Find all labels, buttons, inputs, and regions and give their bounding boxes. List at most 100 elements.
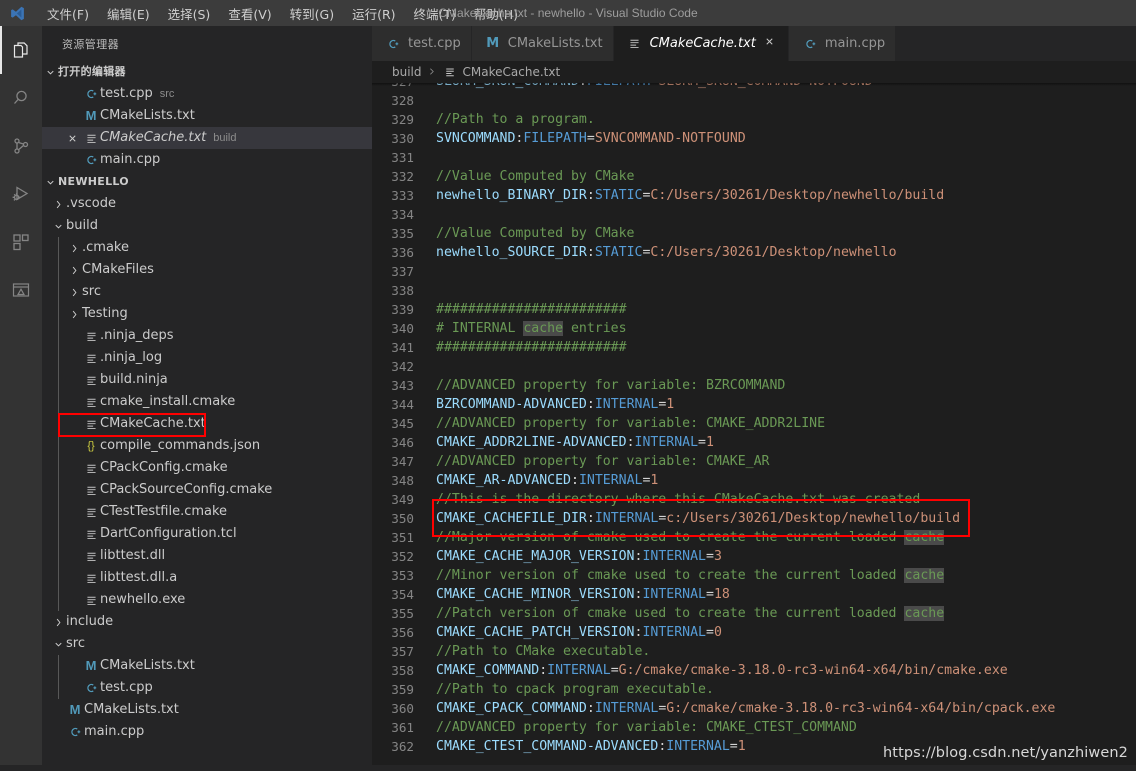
chevron-right-icon (66, 309, 82, 320)
code-token: CMAKE_ADDR2LINE-ADVANCED (436, 435, 627, 450)
menu-terminal[interactable]: 终端(T) (405, 1, 465, 26)
tree-item-label: libttest.dll.a (100, 570, 178, 585)
search-icon[interactable] (0, 74, 42, 122)
close-icon[interactable] (62, 133, 82, 144)
text-file-icon (82, 462, 100, 475)
line-number: 342 (391, 359, 414, 374)
tab-cmakecache-txt[interactable]: CMakeCache.txt (613, 26, 789, 61)
code-text: CMAKE_CPACK_COMMAND:INTERNAL=G:/cmake/cm… (436, 699, 1136, 718)
code-token: # INTERNAL (436, 321, 524, 336)
open-editor-cmakelists-txt[interactable]: M CMakeLists.txt (42, 105, 372, 127)
code-token: : (586, 245, 595, 260)
code-text: //Path to a program. (436, 110, 1136, 129)
tree-item-build-ninja[interactable]: build.ninja (42, 369, 372, 391)
menu-selection[interactable]: 选择(S) (159, 1, 220, 26)
indent-guide (58, 237, 59, 259)
code-token: INTERNAL (578, 473, 643, 488)
tree-item-main-cpp[interactable]: main.cpp (42, 721, 372, 743)
tree-item-label: CMakeLists.txt (84, 702, 179, 717)
tree-item-cpacksourceconfig-cmake[interactable]: CPackSourceConfig.cmake (42, 479, 372, 501)
code-token: //Path to cpack program executable. (436, 682, 714, 697)
tree-item-label: DartConfiguration.tcl (100, 526, 237, 541)
code-line: 356 CMAKE_CACHE_PATCH_VERSION:INTERNAL=0 (372, 623, 1136, 642)
code-line: 328 (372, 91, 1136, 110)
tree-item-cmakefiles[interactable]: CMakeFiles (42, 259, 372, 281)
menu-view[interactable]: 查看(V) (219, 1, 280, 26)
explorer-icon[interactable] (0, 26, 42, 74)
tree-item-src[interactable]: src (42, 281, 372, 303)
code-line: 359 //Path to cpack program executable. (372, 680, 1136, 699)
tree-item-label: compile_commands.json (100, 438, 261, 453)
tree-item-build[interactable]: build (42, 215, 372, 237)
tree-item-test-cpp[interactable]: test.cpp (42, 677, 372, 699)
run-and-debug-icon[interactable] (0, 170, 42, 218)
tree-item-cmakelists-txt[interactable]: M CMakeLists.txt (42, 699, 372, 721)
line-number: 334 (391, 207, 414, 222)
tree-item-ninja-log[interactable]: .ninja_log (42, 347, 372, 369)
text-file-icon (82, 396, 100, 409)
search-match: cache (904, 568, 945, 583)
tree-item-cmake-install-cmake[interactable]: cmake_install.cmake (42, 391, 372, 413)
source-control-icon[interactable] (0, 122, 42, 170)
tree-item-testing[interactable]: Testing (42, 303, 372, 325)
open-editor-test-cpp[interactable]: test.cpp src (42, 83, 372, 105)
line-number: 346 (391, 435, 414, 450)
text-file-icon (82, 330, 100, 343)
text-file-icon (82, 418, 100, 431)
code-line: 353 //Minor version of cmake used to crea… (372, 566, 1136, 585)
breadcrumb-item-build[interactable]: build (392, 65, 422, 79)
code-line: 333 newhello_BINARY_DIR:STATIC=C:/Users/3… (372, 186, 1136, 205)
open-editors-section[interactable]: 打开的编辑器 (42, 61, 372, 83)
tree-item-src[interactable]: src (42, 633, 372, 655)
breadcrumb-item-cmakecache[interactable]: CMakeCache.txt (441, 65, 560, 79)
tree-item-include[interactable]: include (42, 611, 372, 633)
tree-item-ninja-deps[interactable]: .ninja_deps (42, 325, 372, 347)
tree-item-newhello-exe[interactable]: newhello.exe (42, 589, 372, 611)
open-editor-cmakecache-txt[interactable]: CMakeCache.txt build (42, 127, 372, 149)
tree-item-compile-commands-json[interactable]: {} compile_commands.json (42, 435, 372, 457)
code-token: INTERNAL (666, 739, 730, 754)
code-token: = (610, 663, 619, 678)
indent-guide (58, 435, 59, 457)
tree-item-libttest-dll[interactable]: libttest.dll (42, 545, 372, 567)
menu-run[interactable]: 运行(R) (343, 1, 404, 26)
tree-item-cmakecache-txt[interactable]: CMakeCache.txt (42, 413, 372, 435)
text-file-icon (82, 594, 100, 607)
code-token: //Patch version of cmake used to create … (436, 606, 905, 621)
code-line: 343 //ADVANCED property for variable: BZR… (372, 376, 1136, 395)
chevron-down-icon (42, 177, 58, 188)
menu-file[interactable]: 文件(F) (38, 1, 98, 26)
cmake-tools-icon[interactable] (0, 266, 42, 314)
menu-go[interactable]: 转到(G) (281, 1, 343, 26)
tab-main-cpp[interactable]: main.cpp (788, 26, 897, 61)
tree-item-cpackconfig-cmake[interactable]: CPackConfig.cmake (42, 457, 372, 479)
menu-help[interactable]: 帮助(H) (465, 1, 527, 26)
code-token: INTERNAL (594, 397, 659, 412)
tree-item-cmakelists-txt[interactable]: M CMakeLists.txt (42, 655, 372, 677)
tab-cmakelists-txt[interactable]: M CMakeLists.txt (471, 26, 614, 61)
close-icon[interactable] (762, 36, 778, 51)
tree-item-vscode[interactable]: .vscode (42, 193, 372, 215)
indent-guide (58, 259, 59, 281)
code-token: //Major version of cmake used to create … (436, 530, 905, 545)
code-token: c:/Users/30261/Desktop/newhello/build (666, 511, 961, 526)
code-line: 354 CMAKE_CACHE_MINOR_VERSION:INTERNAL=18 (372, 585, 1136, 604)
editor-group: test.cpp M CMakeLists.txt CMakeCache.txt (372, 26, 1136, 771)
code-text: # INTERNAL cache entries (436, 319, 1136, 338)
code-text: CMAKE_CACHEFILE_DIR:INTERNAL=c:/Users/30… (436, 509, 1136, 528)
project-section-newhello[interactable]: NEWHELLO (42, 171, 372, 193)
extensions-icon[interactable] (0, 218, 42, 266)
open-editor-main-cpp[interactable]: main.cpp (42, 149, 372, 171)
code-token: CMAKE_CACHEFILE_DIR (436, 511, 587, 526)
code-line: 335 //Value Computed by CMake (372, 224, 1136, 243)
code-editor[interactable]: 327SLURM_SRUN_COMMAND:FILEPATH=SLURM_SRU… (372, 83, 1136, 771)
tree-item-cmake[interactable]: .cmake (42, 237, 372, 259)
tree-item-ctesttestfile-cmake[interactable]: CTestTestfile.cmake (42, 501, 372, 523)
menu-edit[interactable]: 编辑(E) (98, 1, 159, 26)
code-token: newhello_BINARY_DIR (436, 188, 587, 203)
code-line: 360 CMAKE_CPACK_COMMAND:INTERNAL=G:/cmake… (372, 699, 1136, 718)
code-token: = (729, 739, 738, 754)
tree-item-libttest-dll-a[interactable]: libttest.dll.a (42, 567, 372, 589)
tree-item-dartconfiguration-tcl[interactable]: DartConfiguration.tcl (42, 523, 372, 545)
tab-test-cpp[interactable]: test.cpp (372, 26, 472, 61)
